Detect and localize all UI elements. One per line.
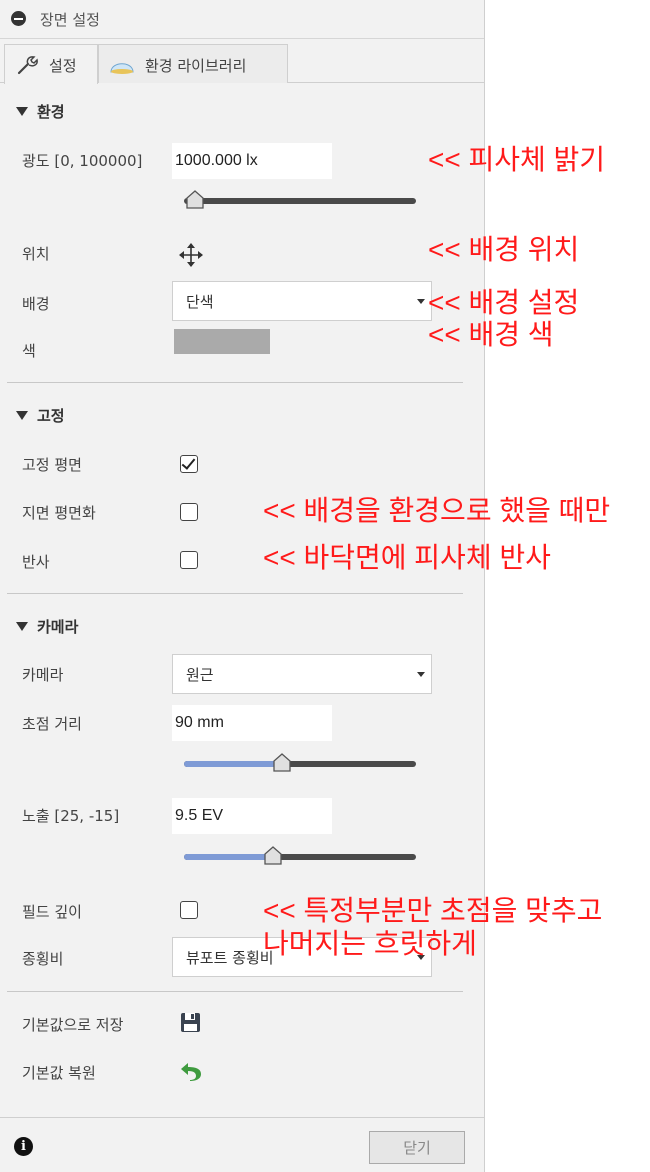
aspect-ratio-label: 종횡비 bbox=[22, 950, 64, 968]
divider bbox=[7, 382, 463, 383]
background-color-swatch[interactable] bbox=[174, 329, 270, 354]
restore-default-label: 기본값 복원 bbox=[22, 1064, 96, 1082]
annotation-dof-line1: << 특정부분만 초점을 맞추고 bbox=[263, 895, 603, 926]
chevron-down-icon bbox=[417, 299, 425, 304]
wrench-icon bbox=[17, 56, 38, 75]
annotation-position: << 배경 위치 bbox=[428, 234, 580, 265]
collapse-triangle-icon bbox=[16, 622, 28, 631]
slider-track bbox=[184, 198, 416, 204]
panel-title: 장면 설정 bbox=[40, 11, 100, 29]
section-camera-title: 카메라 bbox=[37, 618, 79, 636]
annotation-reflection: << 바닥면에 피사체 반사 bbox=[263, 542, 551, 573]
tab-bar: 설정 환경 라이브러리 bbox=[0, 40, 484, 84]
ground-plane-label: 고정 평면 bbox=[22, 456, 82, 474]
focal-length-value: 90 mm bbox=[175, 714, 224, 731]
ground-plane-checkbox[interactable] bbox=[180, 455, 198, 473]
divider bbox=[7, 593, 463, 594]
background-select[interactable]: 단색 bbox=[172, 281, 432, 321]
title-bar: 장면 설정 bbox=[0, 0, 484, 39]
exposure-slider[interactable] bbox=[184, 844, 416, 867]
annotation-background: << 배경 설정 bbox=[428, 287, 580, 318]
slider-thumb[interactable] bbox=[184, 188, 206, 210]
reflection-label: 반사 bbox=[22, 553, 50, 571]
brightness-label: 광도 [0, 100000] bbox=[22, 152, 143, 170]
annotation-color: << 배경 색 bbox=[428, 319, 554, 350]
annotation-brightness: << 피사체 밝기 bbox=[428, 144, 606, 175]
slider-thumb[interactable] bbox=[262, 844, 284, 866]
aspect-ratio-select-value: 뷰포트 종횡비 bbox=[186, 949, 274, 967]
flatten-ground-label: 지면 평면화 bbox=[22, 504, 96, 522]
tab-environment-library-label: 환경 라이브러리 bbox=[145, 57, 247, 75]
focal-length-input[interactable]: 90 mm bbox=[172, 705, 332, 741]
focal-length-slider[interactable] bbox=[184, 751, 416, 774]
focal-length-label: 초점 거리 bbox=[22, 715, 82, 733]
move-arrows-icon[interactable] bbox=[178, 242, 204, 268]
footer-divider bbox=[0, 1117, 484, 1118]
section-camera-header[interactable]: 카메라 bbox=[16, 616, 78, 637]
flatten-ground-checkbox[interactable] bbox=[180, 503, 198, 521]
brightness-input[interactable]: 1000.000 lx bbox=[172, 143, 332, 179]
save-icon[interactable] bbox=[180, 1012, 201, 1033]
exposure-value: 9.5 EV bbox=[175, 807, 224, 824]
annotation-dof-line2: 나머지는 흐릿하게 bbox=[263, 928, 477, 959]
section-ground-header[interactable]: 고정 bbox=[16, 405, 65, 426]
slider-thumb[interactable] bbox=[271, 751, 293, 773]
dome-light-icon bbox=[110, 63, 134, 74]
camera-select[interactable]: 원근 bbox=[172, 654, 432, 694]
tab-settings-label: 설정 bbox=[49, 57, 77, 75]
camera-label: 카메라 bbox=[22, 666, 64, 684]
color-label: 색 bbox=[22, 342, 36, 360]
brightness-slider[interactable] bbox=[184, 188, 416, 211]
collapse-triangle-icon bbox=[16, 411, 28, 420]
depth-of-field-label: 필드 깊이 bbox=[22, 903, 82, 921]
tab-environment-library[interactable]: 환경 라이브러리 bbox=[98, 44, 288, 83]
collapse-icon[interactable] bbox=[11, 11, 26, 26]
undo-arrow-icon[interactable] bbox=[179, 1060, 203, 1082]
close-button[interactable]: 닫기 bbox=[369, 1131, 465, 1164]
tab-settings[interactable]: 설정 bbox=[4, 44, 98, 84]
exposure-input[interactable]: 9.5 EV bbox=[172, 798, 332, 834]
background-select-value: 단색 bbox=[186, 293, 214, 311]
scene-settings-panel: 장면 설정 설정 환경 라이브러리 환경 광도 [0, 100000] 1000… bbox=[0, 0, 485, 1172]
info-icon[interactable]: i bbox=[14, 1137, 33, 1156]
brightness-value: 1000.000 lx bbox=[175, 152, 258, 169]
slider-fill bbox=[184, 761, 284, 767]
chevron-down-icon bbox=[417, 672, 425, 677]
camera-select-value: 원근 bbox=[186, 666, 214, 684]
divider bbox=[7, 991, 463, 992]
collapse-triangle-icon bbox=[16, 107, 28, 116]
exposure-label: 노출 [25, -15] bbox=[22, 807, 120, 825]
reflection-checkbox[interactable] bbox=[180, 551, 198, 569]
background-label: 배경 bbox=[22, 295, 50, 313]
section-ground-title: 고정 bbox=[37, 407, 65, 425]
section-environment-title: 환경 bbox=[37, 103, 65, 121]
save-default-label: 기본값으로 저장 bbox=[22, 1016, 124, 1034]
depth-of-field-checkbox[interactable] bbox=[180, 901, 198, 919]
annotation-flatten: << 배경을 환경으로 했을 때만 bbox=[263, 495, 611, 526]
section-environment-header[interactable]: 환경 bbox=[16, 101, 65, 122]
position-label: 위치 bbox=[22, 245, 50, 263]
